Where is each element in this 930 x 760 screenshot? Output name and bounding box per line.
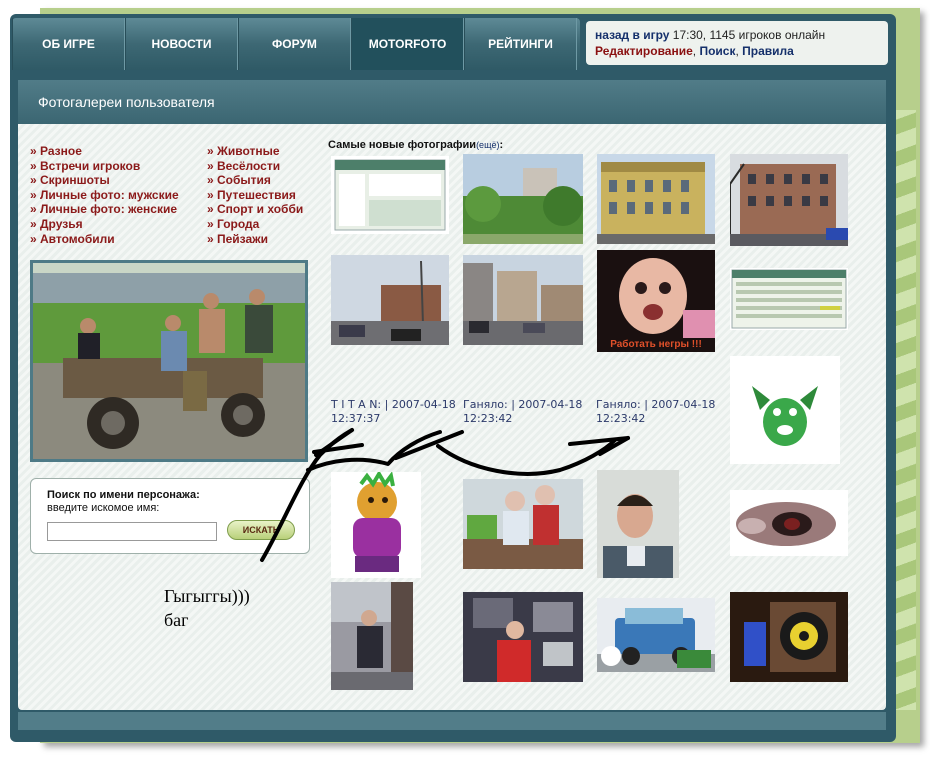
rules-link[interactable]: Правила (742, 44, 794, 58)
main-navigation: ОБ ИГРЕ НОВОСТИ ФОРУМ MOTORFOTO РЕЙТИНГИ (12, 18, 580, 70)
screenshot-table-thumb-image (730, 268, 848, 330)
photo-thumb[interactable] (597, 470, 679, 578)
screenshot-thumb-image (331, 156, 449, 234)
category-cars[interactable]: » Автомобили (30, 232, 179, 247)
nav-motorfoto[interactable]: MOTORFOTO (351, 18, 464, 70)
photo-caption: Ганяло: | 2007-04-18 12:23:42 (463, 398, 583, 425)
annotation-text: баг (164, 610, 189, 630)
photo-thumb[interactable] (730, 356, 840, 464)
brick-building-thumb-image (730, 154, 848, 246)
photo-thumb[interactable] (463, 255, 583, 345)
search-title: Поиск по имени персонажа: (47, 489, 200, 501)
character-search-box: Поиск по имени персонажа: введите искомо… (30, 478, 310, 554)
category-personal-male[interactable]: » Личные фото: мужские (30, 188, 179, 203)
photo-thumb[interactable] (463, 479, 583, 569)
online-status: 17:30, 1145 игроков онлайн (672, 28, 826, 42)
category-personal-female[interactable]: » Личные фото: женские (30, 202, 179, 217)
man-street-thumb-image (331, 582, 413, 690)
nav-news[interactable]: НОВОСТИ (125, 18, 238, 70)
city-trees-thumb-image (463, 154, 583, 244)
cartoon-troll-thumb-image (331, 472, 421, 578)
back-to-game-link[interactable]: назад в игру (595, 28, 669, 42)
category-player-meetings[interactable]: » Встречи игроков (30, 159, 179, 174)
photo-thumb[interactable] (730, 490, 848, 556)
blue-suv-thumb-image (597, 598, 715, 672)
photo-thumb[interactable] (597, 598, 715, 672)
eye-closeup-thumb-image (730, 490, 848, 556)
photo-caption: Ганяло: | 2007-04-18 12:23:42 (596, 398, 716, 425)
newest-photos-title: Самые новые фотографии(ещё): (328, 139, 504, 151)
search-subtitle: введите искомое имя: (47, 502, 160, 514)
category-cities[interactable]: » Города (207, 217, 303, 232)
photo-thumb[interactable] (331, 582, 413, 690)
baby-face-thumb-image (597, 250, 715, 338)
search-button[interactable]: ИСКАТЬ (227, 520, 295, 540)
nav-forum[interactable]: ФОРУМ (238, 18, 351, 70)
character-name-input[interactable] (47, 522, 217, 541)
nav-about-game[interactable]: ОБ ИГРЕ (12, 18, 125, 70)
category-misc[interactable]: » Разное (30, 144, 179, 159)
street-construction-thumb-image (331, 255, 449, 345)
featured-photo-image (33, 263, 305, 459)
man-portrait-thumb-image (597, 470, 679, 578)
photo-thumb[interactable] (331, 255, 449, 345)
category-landscapes[interactable]: » Пейзажи (207, 232, 303, 247)
category-travel[interactable]: » Путешествия (207, 188, 303, 203)
more-photos-link[interactable]: (ещё) (476, 140, 499, 150)
annotation-text: Гыгыггы))) (164, 586, 250, 606)
photo-thumb[interactable] (463, 154, 583, 244)
category-events[interactable]: » События (207, 173, 303, 188)
green-dragon-thumb-image (730, 356, 840, 464)
category-animals[interactable]: » Животные (207, 144, 303, 159)
category-list-left: » Разное » Встречи игроков » Скриншоты »… (30, 144, 179, 246)
category-list-right: » Животные » Весёлости » События » Путеш… (207, 144, 303, 246)
photo-thumb[interactable]: Работать негры !!! (597, 250, 715, 352)
featured-photo[interactable] (30, 260, 308, 462)
footer-band (18, 712, 886, 730)
photo-caption: T I T A N: | 2007-04-18 12:37:37 (331, 398, 456, 425)
children-thumb-image (463, 479, 583, 569)
photo-thumb[interactable] (597, 154, 715, 244)
yellow-building-thumb-image (597, 154, 715, 244)
search-link[interactable]: Поиск (699, 44, 735, 58)
boy-computer-thumb-image (463, 592, 583, 682)
page-title: Фотогалереи пользователя (38, 94, 215, 110)
edit-link[interactable]: Редактирование (595, 44, 693, 58)
thumb-caption-overlay: Работать негры !!! (597, 338, 715, 352)
photo-thumb[interactable] (730, 154, 848, 246)
photo-thumb[interactable] (331, 472, 421, 578)
top-info-panel: назад в игру 17:30, 1145 игроков онлайн … (586, 21, 888, 65)
category-sport-hobby[interactable]: » Спорт и хобби (207, 202, 303, 217)
city-street-cars-thumb-image (463, 255, 583, 345)
photo-thumb[interactable] (331, 156, 449, 234)
category-screenshots[interactable]: » Скриншоты (30, 173, 179, 188)
photo-thumb[interactable] (730, 268, 848, 330)
photo-thumb[interactable] (463, 592, 583, 682)
category-fun[interactable]: » Весёлости (207, 159, 303, 174)
speaker-thumb-image (730, 592, 848, 682)
photo-thumb[interactable] (730, 592, 848, 682)
category-friends[interactable]: » Друзья (30, 217, 179, 232)
nav-ratings[interactable]: РЕЙТИНГИ (464, 18, 577, 70)
